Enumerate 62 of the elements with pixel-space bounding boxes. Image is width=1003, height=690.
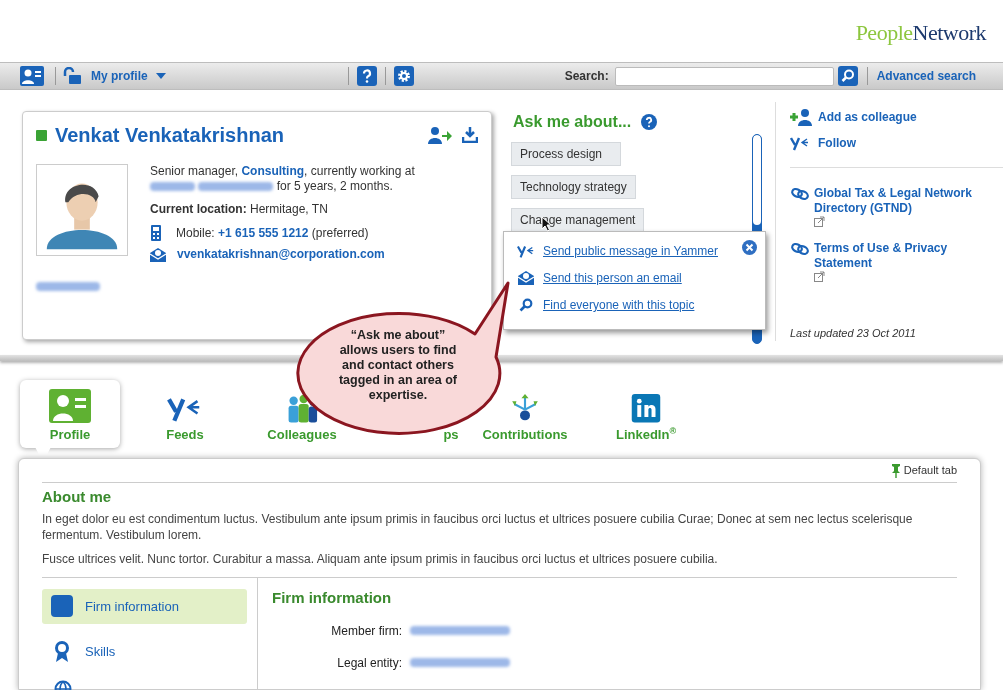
email-link[interactable]: vvenkatakrishnan@corporation.com xyxy=(177,247,385,262)
people-network-logo: PeopleNetwork xyxy=(855,18,986,47)
section-nav-item[interactable]: Firm information xyxy=(42,589,247,624)
profile-tab[interactable]: LinkedIn$^{®}$ xyxy=(588,394,704,448)
help-icon[interactable] xyxy=(356,66,377,86)
profile-card-icon xyxy=(49,388,91,423)
ribbon-award-icon xyxy=(54,640,70,663)
person-name: Venkat Venkatakrishnan xyxy=(55,123,284,148)
topic-tag[interactable]: Change management xyxy=(511,208,645,232)
external-link-icon xyxy=(814,216,825,227)
last-updated: Last updated 23 Oct 2011 xyxy=(790,325,917,341)
section-nav-item[interactable]: Skills xyxy=(42,634,247,669)
add-person-icon xyxy=(790,108,814,126)
advanced-search-link[interactable]: Advanced search xyxy=(876,67,977,85)
share-contact-icon[interactable] xyxy=(428,126,452,144)
default-tab-label: Default tab xyxy=(903,463,957,479)
search-icon xyxy=(519,298,533,312)
link-icon xyxy=(790,187,810,201)
external-link[interactable]: Global Tax & Legal Network Directory (GTND) xyxy=(814,186,984,227)
profile-card-icon[interactable] xyxy=(20,66,44,86)
caret-icon xyxy=(155,73,166,79)
popup-link[interactable]: Send public message in Yammer xyxy=(543,242,718,260)
close-icon[interactable] xyxy=(742,240,757,255)
field-label: Member firm: xyxy=(330,622,402,640)
search-button[interactable] xyxy=(837,66,858,86)
search-field[interactable] xyxy=(614,66,834,86)
section-title: Ask me about... xyxy=(513,112,632,132)
yammer-icon xyxy=(517,243,535,259)
popup-link[interactable]: Find everyone with this topic xyxy=(543,296,695,314)
action-link[interactable]: Follow xyxy=(818,134,856,152)
pin-icon[interactable] xyxy=(891,463,900,478)
email-icon xyxy=(150,247,166,262)
my-profile-menu[interactable]: My profile xyxy=(91,67,166,85)
field-label: Legal entity: xyxy=(336,654,402,672)
profile-tab[interactable]: Feeds xyxy=(120,394,250,448)
redacted-text xyxy=(36,282,100,292)
section-heading: About me xyxy=(42,489,113,505)
search-label: Search: xyxy=(564,68,609,85)
status-square-icon xyxy=(36,129,47,141)
redacted-text xyxy=(150,182,195,192)
help-icon[interactable] xyxy=(641,114,658,130)
profile-tab[interactable]: Contributions xyxy=(462,394,588,448)
popup-link[interactable]: Send this person an email xyxy=(543,269,682,287)
external-link[interactable]: Terms of Use & Privacy Statement xyxy=(814,241,984,282)
topic-tag[interactable]: Technology strategy xyxy=(511,175,636,199)
topic-tag[interactable]: Process design xyxy=(511,142,621,166)
about-paragraph: In eget dolor eu est condimentum luctus. Vestibulum ante ipsum primis in faucibus orci luctus et ultrices posuere cubilia Curae; Donec at sem nec lectus scelerisque fermentum. Vestibulum lorem. xyxy=(42,511,914,543)
current-location: Current location: Hermitage, TN xyxy=(150,202,329,217)
phone-icon xyxy=(150,225,162,241)
email-icon xyxy=(518,271,534,285)
section-heading: Firm information xyxy=(272,588,393,608)
link-icon xyxy=(790,242,810,256)
job-summary: Senior manager, Consulting, currently working at for 5 years, 2 months. xyxy=(150,164,416,194)
download-icon[interactable] xyxy=(462,127,478,143)
settings-icon[interactable] xyxy=(393,66,414,86)
phone-link[interactable]: +1 615 555 1212 xyxy=(218,225,309,240)
external-link-icon xyxy=(814,271,825,282)
action-link[interactable]: Add as colleague xyxy=(818,108,917,126)
unlocked-padlock-icon xyxy=(62,67,82,85)
yammer-icon xyxy=(790,135,810,151)
mobile-number: Mobile: +1 615 555 1212 (preferred) xyxy=(176,225,369,241)
about-paragraph: Fusce ultrices velit. Nunc tortor. Curabitur a massa. Aliquam ante ipsum primis in faucibus orci luctus et ultrices posuere cubilia. xyxy=(42,551,719,567)
